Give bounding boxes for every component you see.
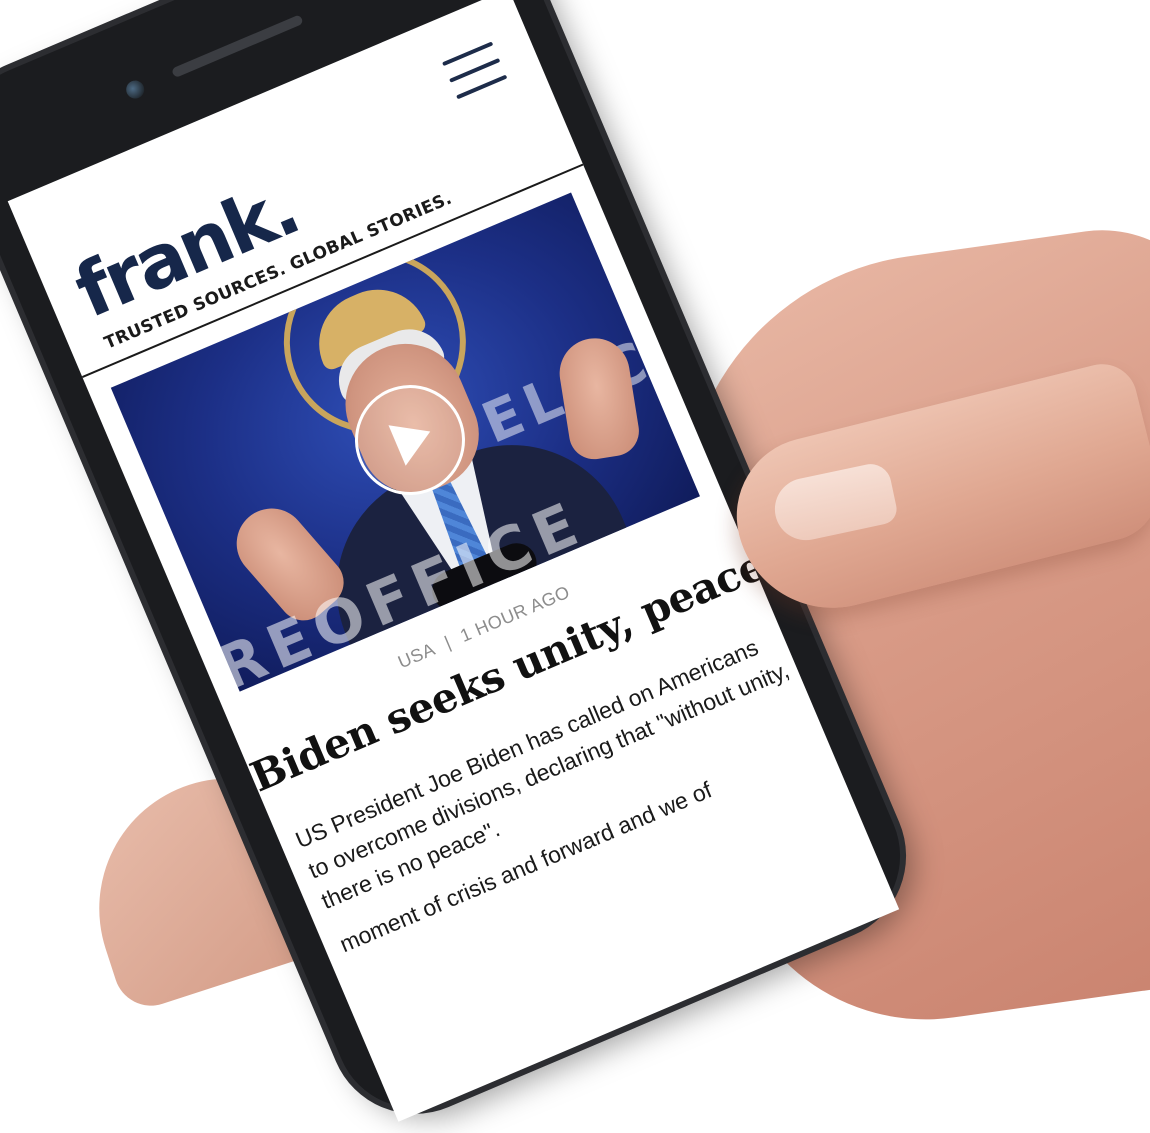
article-category[interactable]: USA <box>395 639 438 672</box>
front-camera-icon <box>123 77 147 102</box>
thumbnail <box>769 460 900 546</box>
play-icon <box>388 411 439 466</box>
hamburger-menu-icon[interactable] <box>442 41 509 103</box>
earpiece-speaker <box>170 14 304 79</box>
meta-separator: | <box>441 632 455 653</box>
